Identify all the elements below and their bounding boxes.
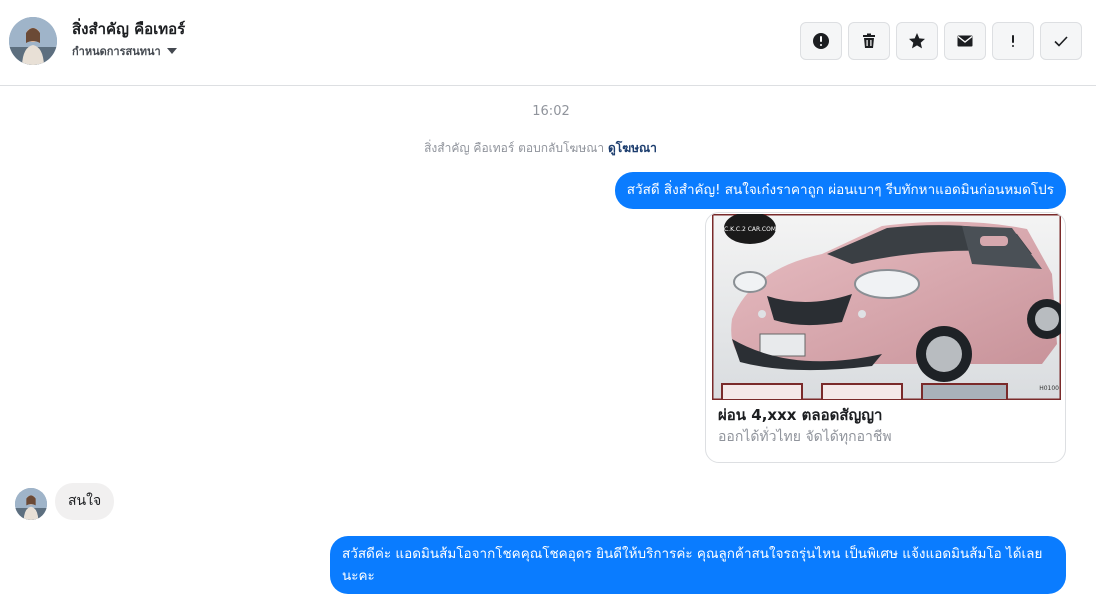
outgoing-message: สวัสดีค่ะ แอดมินส้มโอจากโชคคุณโชคอุดร ยิ… bbox=[330, 536, 1066, 594]
assign-conversation-dropdown[interactable]: กำหนดการสนทนา bbox=[72, 42, 177, 60]
ad-card-subtitle: ออกได้ทั่วไทย จัดได้ทุกอาชีพ bbox=[718, 429, 892, 445]
incoming-message: สนใจ bbox=[55, 483, 115, 520]
follow-up-button[interactable] bbox=[992, 22, 1034, 60]
ad-watermark: C.K.C.2 CAR.COM bbox=[724, 226, 776, 233]
exclamation-icon bbox=[1012, 35, 1014, 47]
caret-down-icon bbox=[166, 48, 177, 54]
spam-button[interactable] bbox=[800, 22, 842, 60]
ad-image-tag: H0100 bbox=[1039, 385, 1059, 392]
outgoing-message: สวัสดี สิ่งสำคัญ! สนใจเก๋งราคาถูก ผ่อนเบ… bbox=[614, 172, 1066, 209]
star-button[interactable] bbox=[896, 22, 938, 60]
ad-reply-notice: สิ่งสำคัญ คือเทอร์ ตอบกลับโฆษณา ดูโฆษณา bbox=[0, 139, 1081, 158]
conversation-toolbar bbox=[800, 22, 1082, 60]
conversation-header: สิ่งสำคัญ คือเทอร์ กำหนดการสนทนา bbox=[0, 0, 1096, 86]
ad-car-image: C.K.C.2 CAR.COM H0100 bbox=[712, 214, 1061, 400]
contact-name[interactable]: สิ่งสำคัญ คือเทอร์ bbox=[72, 17, 185, 41]
check-icon bbox=[1054, 36, 1068, 47]
done-button[interactable] bbox=[1040, 22, 1082, 60]
ad-reply-text: สิ่งสำคัญ คือเทอร์ ตอบกลับโฆษณา bbox=[424, 141, 605, 155]
delete-button[interactable] bbox=[848, 22, 890, 60]
alert-icon bbox=[813, 33, 829, 49]
trash-icon bbox=[863, 33, 875, 48]
mark-unread-button[interactable] bbox=[944, 22, 986, 60]
ad-card[interactable]: C.K.C.2 CAR.COM H0100 ผ่อน 4,xxx ตลอดสัญ… bbox=[705, 212, 1066, 463]
mail-icon bbox=[957, 35, 973, 47]
assign-label: กำหนดการสนทนา bbox=[72, 45, 161, 58]
sender-avatar[interactable] bbox=[15, 488, 47, 520]
ad-card-title: ผ่อน 4,xxx ตลอดสัญญา bbox=[718, 406, 883, 424]
star-icon bbox=[909, 33, 925, 49]
contact-avatar[interactable] bbox=[9, 17, 57, 65]
view-ad-link[interactable]: ดูโฆษณา bbox=[608, 141, 657, 155]
message-timestamp: 16:02 bbox=[532, 104, 570, 119]
